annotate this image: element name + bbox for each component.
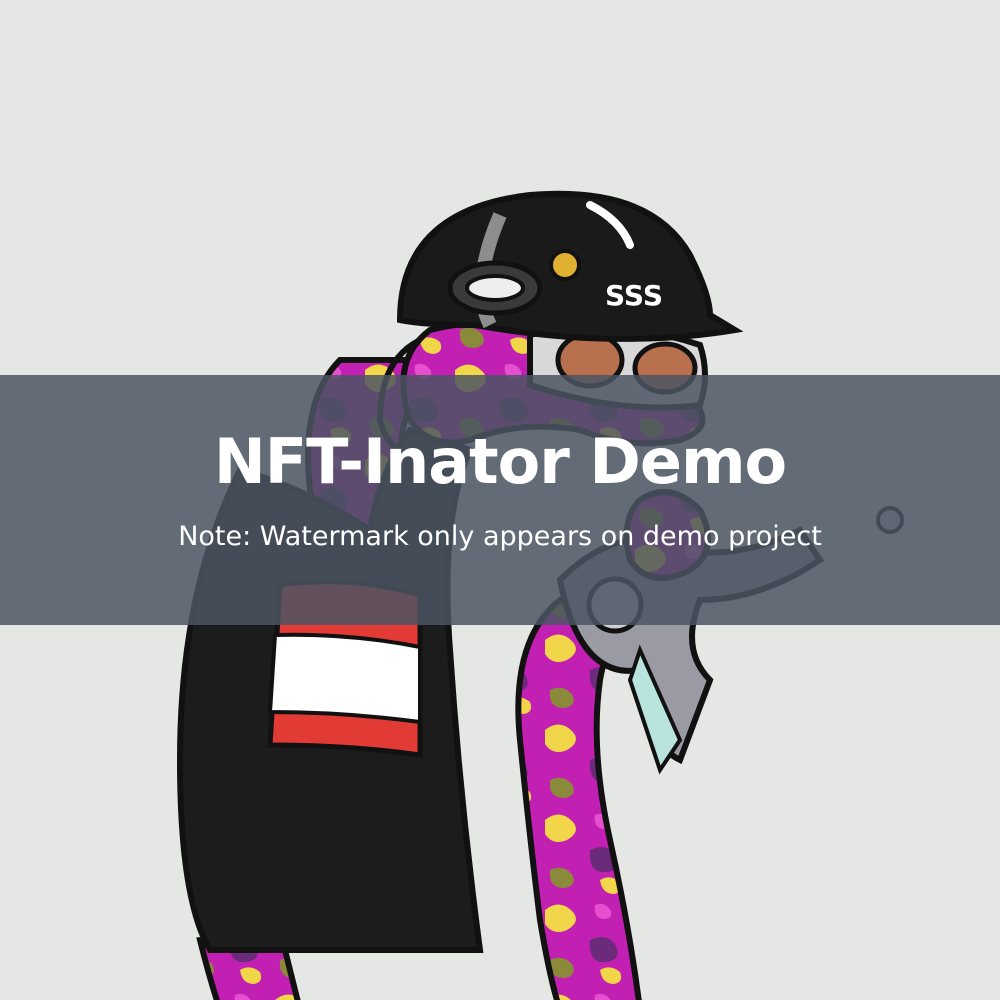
nft-canvas: SSS NFT-Inator Demo Note: Watermark only… bbox=[0, 0, 1000, 1000]
watermark-banner: NFT-Inator Demo Note: Watermark only app… bbox=[0, 375, 1000, 625]
watermark-note: Note: Watermark only appears on demo pro… bbox=[178, 521, 822, 553]
helmet-label: SSS bbox=[605, 279, 663, 312]
watermark-title: NFT-Inator Demo bbox=[213, 425, 787, 499]
